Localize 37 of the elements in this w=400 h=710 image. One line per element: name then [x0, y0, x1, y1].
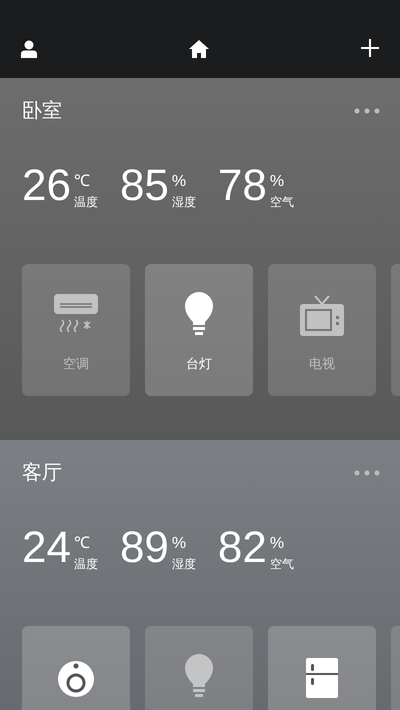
- stat-unit: ℃: [74, 536, 91, 552]
- stat-label: 湿度: [172, 558, 196, 570]
- device-tile[interactable]: 电视: [268, 264, 376, 396]
- device-name: 空调: [63, 355, 89, 373]
- user-icon[interactable]: [20, 40, 38, 58]
- stat-value: 78: [218, 164, 267, 208]
- stat-unit: %: [270, 536, 286, 552]
- stat-value: 24: [22, 526, 71, 570]
- device-tile[interactable]: [391, 264, 400, 396]
- stat-unit: %: [172, 174, 188, 190]
- stat-value: 82: [218, 526, 267, 570]
- stat-value: 89: [120, 526, 169, 570]
- stat-label: 湿度: [172, 196, 196, 208]
- stat-unit: ℃: [74, 174, 91, 190]
- television-icon: [300, 294, 344, 336]
- device-name: 电视: [309, 355, 335, 373]
- fridge-icon: [306, 658, 338, 698]
- room-title: 卧室: [22, 99, 62, 124]
- device-name: 台灯: [186, 355, 212, 373]
- more-icon[interactable]: [354, 108, 380, 114]
- camera-icon: [57, 658, 95, 698]
- stat-unit: %: [270, 174, 286, 190]
- room-title: 客厅: [22, 461, 62, 486]
- device-tile[interactable]: 台灯: [145, 264, 253, 396]
- light-bulb-icon: [184, 654, 214, 698]
- device-tile[interactable]: 空调: [22, 264, 130, 396]
- stat-label: 空气: [270, 558, 294, 570]
- stat-value: 85: [120, 164, 169, 208]
- more-icon[interactable]: [354, 470, 380, 476]
- stat-value: 26: [22, 164, 71, 208]
- stat-unit: %: [172, 536, 188, 552]
- stat-label: 温度: [74, 558, 98, 570]
- light-bulb-icon: [184, 292, 214, 336]
- add-icon[interactable]: [360, 38, 380, 58]
- home-icon[interactable]: [189, 40, 209, 58]
- stat-label: 温度: [74, 196, 98, 208]
- stat-label: 空气: [270, 196, 294, 208]
